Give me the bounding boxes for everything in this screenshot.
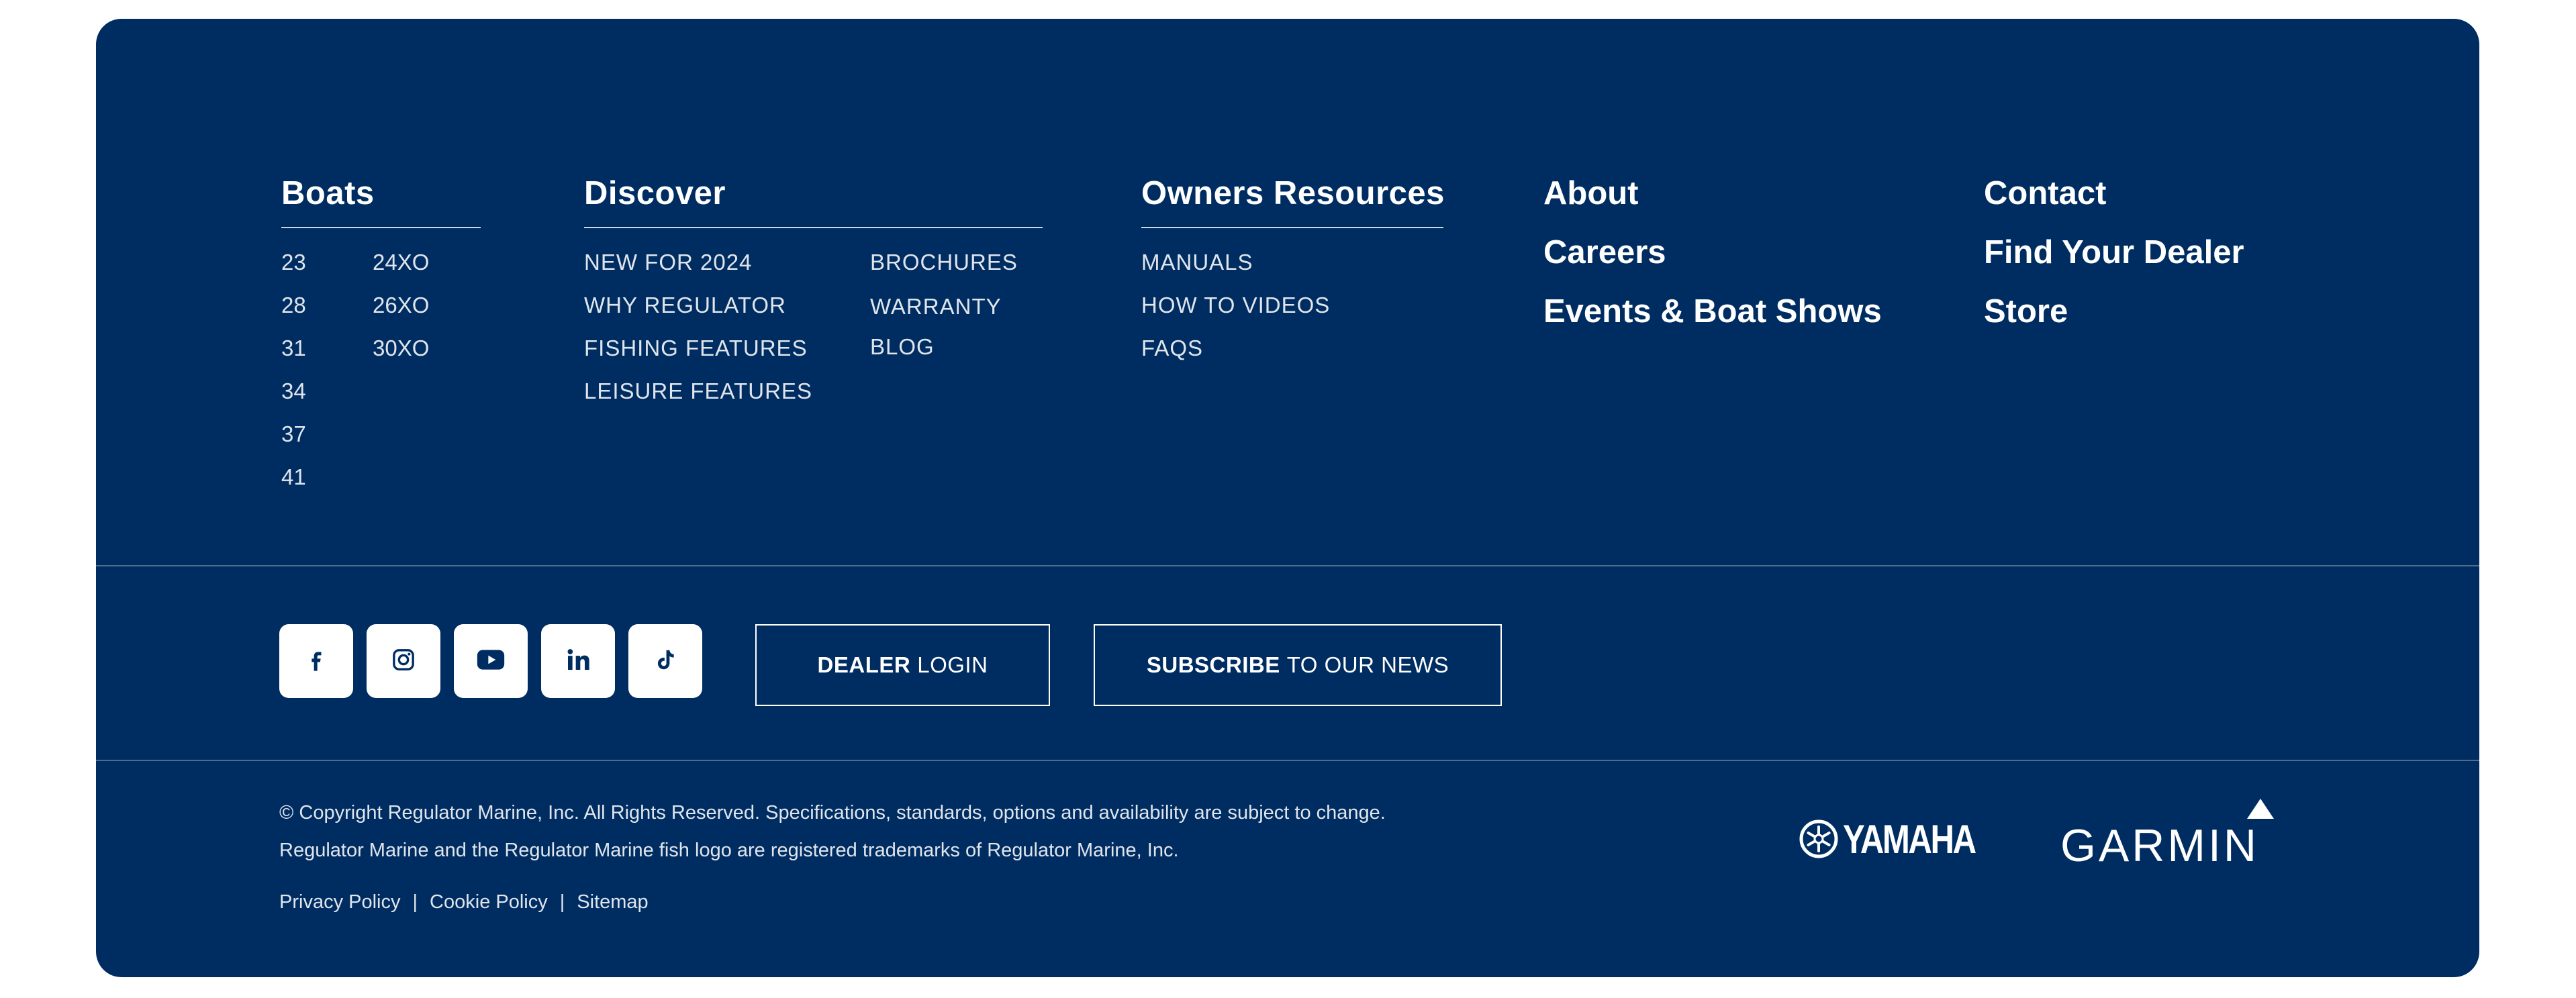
- garmin-triangle-icon: [2247, 799, 2274, 819]
- linkedin-button[interactable]: [541, 624, 615, 698]
- copyright-text: © Copyright Regulator Marine, Inc. All R…: [279, 802, 1386, 824]
- privacy-policy-link[interactable]: Privacy Policy: [279, 891, 401, 913]
- tiktok-button[interactable]: [628, 624, 702, 698]
- discover-link-warranty[interactable]: WARRANTY: [870, 295, 1002, 317]
- owners-link-how-to-videos[interactable]: HOW TO VIDEOS: [1141, 294, 1330, 316]
- dealer-login-bold: DEALER: [817, 652, 911, 677]
- youtube-button[interactable]: [454, 624, 528, 698]
- garmin-logo[interactable]: GARMIN: [2060, 799, 2302, 872]
- cookie-policy-link[interactable]: Cookie Policy: [430, 891, 548, 913]
- yamaha-wordmark: YAMAHA: [1843, 816, 1976, 862]
- footer-divider-bottom: [96, 760, 2479, 761]
- facebook-icon: [303, 645, 330, 678]
- dealer-login-light: LOGIN: [917, 652, 988, 677]
- boats-column: Boats 23 28 31 34 37 41 24XO 26XO 30XO: [281, 177, 481, 488]
- subscribe-light: TO OUR NEWS: [1286, 652, 1449, 677]
- boat-link-28[interactable]: 28: [281, 294, 306, 316]
- discover-link-brochures[interactable]: BROCHURES: [870, 251, 1018, 273]
- discover-link-why-regulator[interactable]: WHY REGULATOR: [584, 294, 786, 316]
- boat-link-30xo[interactable]: 30XO: [373, 337, 429, 359]
- discover-divider: [584, 227, 1043, 228]
- boat-link-41[interactable]: 41: [281, 466, 306, 488]
- find-your-dealer-link[interactable]: Find Your Dealer: [1984, 236, 2244, 269]
- owners-resources-column: Owners Resources MANUALS HOW TO VIDEOS F…: [1141, 177, 1444, 359]
- site-footer: Boats 23 28 31 34 37 41 24XO 26XO 30XO D…: [96, 19, 2479, 977]
- linkedin-icon: [565, 646, 591, 677]
- owners-resources-divider: [1141, 227, 1443, 228]
- discover-heading[interactable]: Discover: [584, 177, 1043, 227]
- boat-link-37[interactable]: 37: [281, 423, 306, 445]
- instagram-icon: [390, 646, 417, 677]
- boat-link-24xo[interactable]: 24XO: [373, 251, 429, 273]
- tiktok-icon: [653, 646, 678, 677]
- discover-link-new-for-2024[interactable]: NEW FOR 2024: [584, 251, 752, 273]
- owners-resources-heading[interactable]: Owners Resources: [1141, 177, 1444, 227]
- discover-link-fishing-features[interactable]: FISHING FEATURES: [584, 337, 808, 359]
- yamaha-emblem-icon: [1799, 819, 1839, 859]
- discover-link-leisure-features[interactable]: LEISURE FEATURES: [584, 380, 812, 402]
- owners-link-faqs[interactable]: FAQS: [1141, 337, 1203, 359]
- boat-link-34[interactable]: 34: [281, 380, 306, 402]
- yamaha-logo[interactable]: YAMAHA: [1799, 816, 2004, 862]
- instagram-button[interactable]: [367, 624, 440, 698]
- youtube-icon: [476, 648, 506, 675]
- subscribe-button[interactable]: SUBSCRIBE TO OUR NEWS: [1094, 624, 1502, 706]
- garmin-wordmark: GARMIN: [2060, 820, 2259, 871]
- dealer-login-button[interactable]: DEALER LOGIN: [755, 624, 1050, 706]
- owners-link-manuals[interactable]: MANUALS: [1141, 251, 1253, 273]
- careers-link[interactable]: Careers: [1543, 236, 1666, 269]
- sitemap-link[interactable]: Sitemap: [577, 891, 648, 913]
- footer-divider-top: [96, 565, 2479, 566]
- discover-column: Discover NEW FOR 2024 WHY REGULATOR FISH…: [584, 177, 1043, 402]
- boat-link-26xo[interactable]: 26XO: [373, 294, 429, 316]
- about-link[interactable]: About: [1543, 177, 1639, 210]
- boats-divider: [281, 227, 481, 228]
- store-link[interactable]: Store: [1984, 295, 2068, 328]
- events-boat-shows-link[interactable]: Events & Boat Shows: [1543, 295, 1882, 328]
- boat-link-31[interactable]: 31: [281, 337, 306, 359]
- legal-links: Privacy Policy | Cookie Policy | Sitemap: [279, 891, 649, 913]
- boats-heading[interactable]: Boats: [281, 177, 481, 227]
- trademark-text: Regulator Marine and the Regulator Marin…: [279, 840, 1179, 861]
- discover-link-blog[interactable]: BLOG: [870, 336, 935, 358]
- legal-separator: |: [412, 891, 418, 913]
- facebook-button[interactable]: [279, 624, 353, 698]
- contact-link[interactable]: Contact: [1984, 177, 2106, 210]
- boat-link-23[interactable]: 23: [281, 251, 306, 273]
- legal-separator: |: [559, 891, 565, 913]
- subscribe-bold: SUBSCRIBE: [1146, 652, 1280, 677]
